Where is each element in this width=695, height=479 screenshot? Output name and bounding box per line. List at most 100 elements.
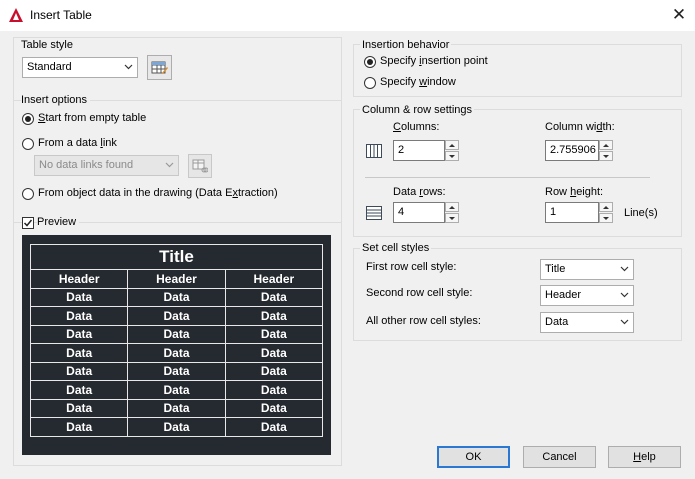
preview-data-row: Data Data Data <box>29 398 324 418</box>
columns-stepper[interactable] <box>445 140 459 161</box>
other-rows-style-select[interactable]: Data <box>540 312 634 333</box>
column-width-stepper[interactable] <box>599 140 613 161</box>
chevron-down-icon <box>165 162 174 168</box>
specify-insertion-point-label[interactable]: Specify insertion point <box>380 55 488 67</box>
from-data-link-label[interactable]: From a data link <box>38 137 117 149</box>
table-style-value: Standard <box>27 61 72 73</box>
row-height-input[interactable]: 1 <box>545 202 599 223</box>
chevron-down-icon <box>620 292 629 298</box>
specify-window-label[interactable]: Specify window <box>380 76 456 88</box>
start-empty-label[interactable]: Start from empty table <box>38 112 146 124</box>
preview-data-cell: Data <box>224 398 324 418</box>
preview-data-cell: Data <box>224 324 324 344</box>
preview-data-cell: Data <box>224 361 324 381</box>
preview-data-cell: Data <box>29 287 129 307</box>
preview-data-row: Data Data Data <box>29 417 324 437</box>
window-title: Insert Table <box>30 8 92 22</box>
from-object-data-label[interactable]: From object data in the drawing (Data Ex… <box>38 187 278 199</box>
columns-icon <box>366 144 382 158</box>
second-row-style-value: Header <box>545 289 582 301</box>
preview-data-cell: Data <box>29 361 129 381</box>
preview-data-row: Data Data Data <box>29 343 324 363</box>
specify-insertion-point-radio[interactable] <box>364 56 376 68</box>
preview-data-cell: Data <box>127 398 226 418</box>
other-rows-style-label: All other row cell styles: <box>366 315 481 327</box>
preview-data-cell: Data <box>29 380 129 400</box>
preview-data-cell: Data <box>127 380 226 400</box>
chevron-down-icon <box>124 64 133 70</box>
preview-data-cell: Data <box>29 306 129 326</box>
column-width-input[interactable]: 2.755906 <box>545 140 599 161</box>
preview-data-cell: Data <box>127 324 226 344</box>
preview-data-cell: Data <box>127 417 226 437</box>
checkmark-icon <box>23 219 33 227</box>
chevron-down-icon <box>620 319 629 325</box>
insertion-behavior-label: Insertion behavior <box>360 39 452 51</box>
cell-styles-label: Set cell styles <box>360 242 432 254</box>
preview-data-cell: Data <box>224 380 324 400</box>
close-icon[interactable]: ✕ <box>668 4 690 26</box>
preview-data-row: Data Data Data <box>29 361 324 381</box>
preview-data-cell: Data <box>29 417 129 437</box>
cancel-button[interactable]: Cancel <box>523 446 596 468</box>
preview-table: Title Header Header Header Data Data Data … <box>29 244 324 437</box>
start-empty-radio[interactable] <box>22 113 34 125</box>
data-link-manager-button[interactable] <box>188 154 212 178</box>
preview-data-cell: Data <box>29 343 129 363</box>
second-row-style-select[interactable]: Header <box>540 285 634 306</box>
chevron-down-icon <box>620 266 629 272</box>
preview-data-cell: Data <box>127 361 226 381</box>
from-object-data-radio[interactable] <box>22 188 34 200</box>
preview-data-cell: Data <box>224 306 324 326</box>
preview-data-cell: Data <box>29 398 129 418</box>
columns-label: Columns: <box>393 121 440 133</box>
from-data-link-radio[interactable] <box>22 138 34 150</box>
data-link-select[interactable]: No data links found <box>34 155 179 176</box>
preview-data-cell: Data <box>127 343 226 363</box>
table-style-dialog-button[interactable] <box>147 55 172 80</box>
table-preview: Title Header Header Header Data Data Data … <box>22 235 331 455</box>
data-rows-input[interactable]: 4 <box>393 202 445 223</box>
preview-data-row: Data Data Data <box>29 287 324 307</box>
row-height-unit: Line(s) <box>624 207 658 219</box>
column-row-settings-label: Column & row settings <box>360 104 475 116</box>
help-button[interactable]: Help <box>608 446 681 468</box>
autocad-app-icon <box>9 8 23 22</box>
rows-icon <box>366 206 382 220</box>
table-style-dialog-icon <box>151 61 168 74</box>
ok-button[interactable]: OK <box>437 446 510 468</box>
divider <box>365 177 650 178</box>
row-height-label: Row height: <box>545 186 604 198</box>
preview-data-cell: Data <box>224 343 324 363</box>
preview-data-cell: Data <box>224 287 324 307</box>
preview-data-row: Data Data Data <box>29 306 324 326</box>
row-height-stepper[interactable] <box>599 202 613 223</box>
preview-checkbox[interactable] <box>22 217 34 229</box>
insertion-behavior-group <box>353 44 682 97</box>
data-link-icon <box>192 159 209 173</box>
preview-title-cell: Title <box>30 244 323 270</box>
first-row-style-select[interactable]: Title <box>540 259 634 280</box>
preview-data-row: Data Data Data <box>29 380 324 400</box>
column-width-label: Column width: <box>545 121 615 133</box>
preview-data-row: Data Data Data <box>29 324 324 344</box>
data-rows-label: Data rows: <box>393 186 446 198</box>
first-row-style-label: First row cell style: <box>366 261 457 273</box>
table-style-label: Table style <box>21 39 73 51</box>
second-row-style-label: Second row cell style: <box>366 287 473 299</box>
table-style-select[interactable]: Standard <box>22 57 138 78</box>
data-link-value: No data links found <box>39 159 134 171</box>
title-bar: Insert Table ✕ <box>0 0 695 31</box>
preview-data-cell: Data <box>127 287 226 307</box>
columns-input[interactable]: 2 <box>393 140 445 161</box>
preview-header-cell: Header <box>29 269 129 289</box>
preview-data-cell: Data <box>224 417 324 437</box>
preview-data-cell: Data <box>127 306 226 326</box>
preview-header-cell: Header <box>127 269 226 289</box>
other-rows-style-value: Data <box>545 316 569 328</box>
data-rows-stepper[interactable] <box>445 202 459 223</box>
preview-label[interactable]: Preview <box>37 216 80 228</box>
insert-options-label: Insert options <box>21 94 91 106</box>
specify-window-radio[interactable] <box>364 77 376 89</box>
first-row-style-value: Title <box>545 263 566 275</box>
